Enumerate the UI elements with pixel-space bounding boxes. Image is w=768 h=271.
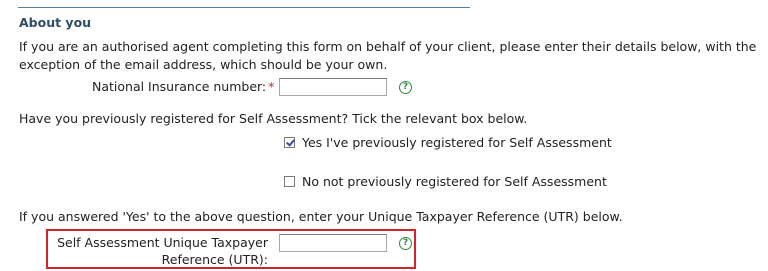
required-marker: *: [268, 79, 275, 94]
utr-input[interactable]: [279, 234, 387, 252]
intro-text: If you are an authorised agent completin…: [19, 38, 756, 74]
utr-label-line-2: Reference (UTR):: [161, 252, 268, 267]
nino-label: National Insurance number: *: [92, 79, 274, 94]
section-title: About you: [19, 15, 92, 30]
utr-help-icon[interactable]: ?: [399, 237, 412, 250]
section-divider: [18, 7, 470, 8]
intro-line-1: If you are an authorised agent completin…: [19, 39, 757, 54]
checkbox-not-registered-label[interactable]: No not previously registered for Self As…: [302, 174, 607, 189]
intro-line-2: exception of the email address, which sh…: [19, 57, 388, 72]
checkbox-previously-registered-label[interactable]: Yes I've previously registered for Self …: [302, 135, 612, 150]
utr-label-line-1: Self Assessment Unique Taxpayer: [57, 235, 268, 250]
nino-input[interactable]: [279, 78, 387, 96]
nino-label-text: National Insurance number:: [92, 79, 267, 94]
registration-question: Have you previously registered for Self …: [19, 111, 528, 126]
checkbox-not-registered[interactable]: [284, 176, 295, 187]
utr-label: Self Assessment Unique Taxpayer Referenc…: [52, 234, 268, 268]
nino-help-icon[interactable]: ?: [399, 81, 412, 94]
checkbox-previously-registered[interactable]: [284, 137, 295, 148]
utr-instruction: If you answered 'Yes' to the above quest…: [19, 209, 623, 224]
